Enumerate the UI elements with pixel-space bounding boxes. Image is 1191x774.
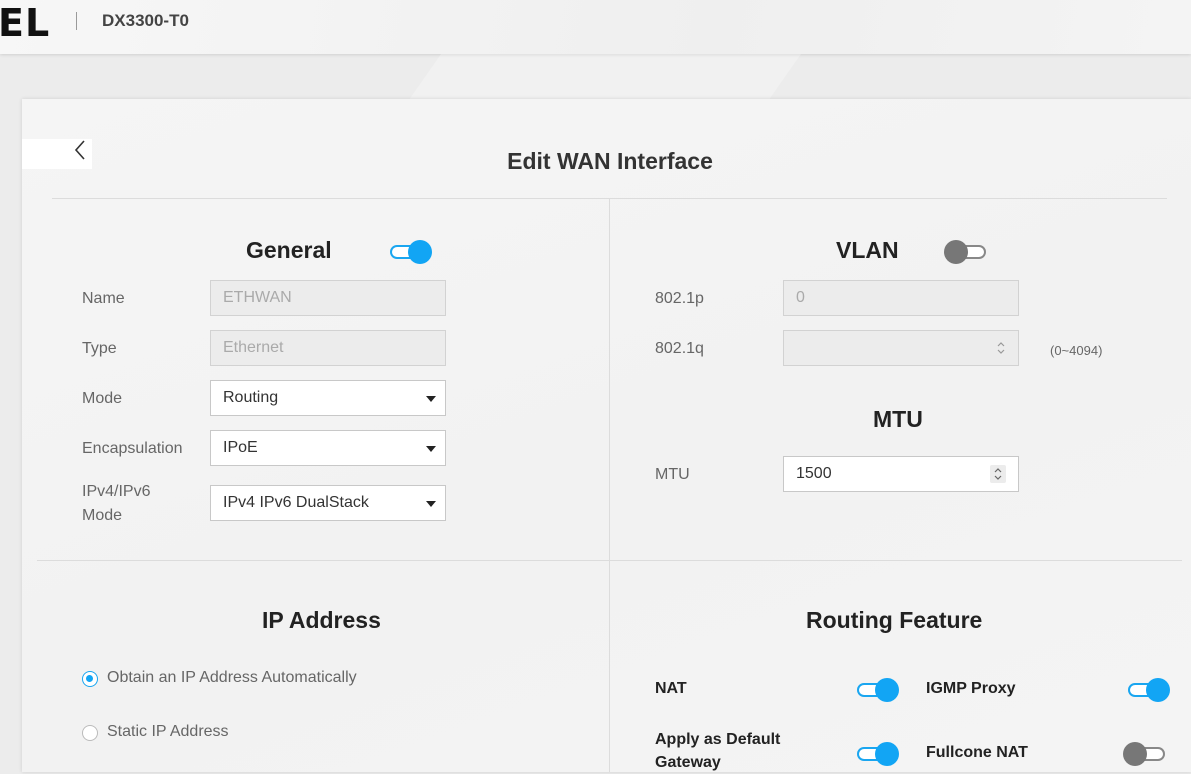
- vlan-8021q-label: 802.1q: [655, 340, 704, 357]
- general-toggle[interactable]: [390, 240, 434, 264]
- encapsulation-select[interactable]: IPoE: [210, 430, 446, 466]
- caret-down-icon: [426, 446, 436, 452]
- ip-mode-select[interactable]: IPv4 IPv6 DualStack: [210, 485, 446, 521]
- page-title: Edit WAN Interface: [507, 148, 713, 174]
- vlan-title: VLAN: [836, 237, 899, 263]
- toggle-knob: [875, 678, 899, 702]
- name-label: Name: [82, 290, 125, 307]
- vlan-8021q-hint: (0~4094): [1050, 343, 1103, 358]
- toggle-knob: [1123, 742, 1147, 766]
- nat-label: NAT: [655, 680, 687, 697]
- header-divider: [76, 12, 77, 30]
- toggle-knob: [875, 742, 899, 766]
- mode-select[interactable]: Routing: [210, 380, 446, 416]
- default-gateway-label: Apply as Default Gateway: [655, 728, 780, 774]
- edit-wan-card: Edit WAN Interface General Name ETHWAN T…: [22, 99, 1191, 772]
- caret-down-icon: [426, 501, 436, 507]
- ip-mode-label-line2: Mode: [82, 507, 123, 524]
- fullcone-nat-label: Fullcone NAT: [926, 744, 1028, 761]
- ip-mode-label-line1: IPv4/IPv6: [82, 483, 151, 500]
- encapsulation-select-value: IPoE: [223, 439, 258, 456]
- radio-static-ip[interactable]: [82, 725, 98, 741]
- vlan-8021p-label: 802.1p: [655, 290, 704, 307]
- default-gateway-label-line1: Apply as Default: [655, 731, 781, 748]
- mtu-input[interactable]: 1500: [783, 456, 1019, 492]
- brand-logo: EL: [0, 1, 51, 45]
- mtu-label: MTU: [655, 466, 690, 483]
- caret-down-icon: [426, 396, 436, 402]
- nat-toggle[interactable]: [857, 678, 901, 702]
- ip-mode-label: IPv4/IPv6 Mode: [82, 480, 150, 528]
- ip-address-title: IP Address: [262, 607, 381, 633]
- top-bar: EL DX3300-T0: [0, 0, 1191, 54]
- mode-select-value: Routing: [223, 389, 279, 406]
- fullcone-nat-toggle[interactable]: [1123, 742, 1169, 766]
- spinner-arrows-icon: [997, 342, 1005, 354]
- toggle-knob: [944, 240, 968, 264]
- spinner-arrows-icon: [994, 468, 1002, 480]
- default-gateway-label-line2: Gateway: [655, 754, 721, 771]
- mtu-title: MTU: [873, 406, 923, 432]
- routing-feature-title: Routing Feature: [806, 607, 983, 633]
- type-field[interactable]: Ethernet: [210, 330, 446, 366]
- column-divider: [609, 199, 610, 772]
- device-model: DX3300-T0: [102, 11, 189, 30]
- vlan-toggle[interactable]: [944, 240, 990, 264]
- toggle-knob: [1146, 678, 1170, 702]
- vlan-8021p-field[interactable]: 0: [783, 280, 1019, 316]
- encapsulation-label: Encapsulation: [82, 440, 183, 457]
- igmp-proxy-toggle[interactable]: [1128, 678, 1172, 702]
- mode-label: Mode: [82, 390, 123, 407]
- mtu-value: 1500: [796, 465, 832, 482]
- radio-obtain-automatically[interactable]: [82, 671, 98, 687]
- igmp-proxy-label: IGMP Proxy: [926, 680, 1016, 697]
- default-gateway-toggle[interactable]: [857, 742, 901, 766]
- radio-label-obtain-automatically: Obtain an IP Address Automatically: [107, 669, 357, 686]
- radio-label-static-ip: Static IP Address: [107, 723, 229, 740]
- name-field[interactable]: ETHWAN: [210, 280, 446, 316]
- type-label: Type: [82, 340, 117, 357]
- ip-mode-select-value: IPv4 IPv6 DualStack: [223, 494, 369, 511]
- section-divider: [37, 560, 1182, 561]
- vlan-8021q-field[interactable]: [783, 330, 1019, 366]
- toggle-knob: [408, 240, 432, 264]
- general-title: General: [246, 237, 332, 263]
